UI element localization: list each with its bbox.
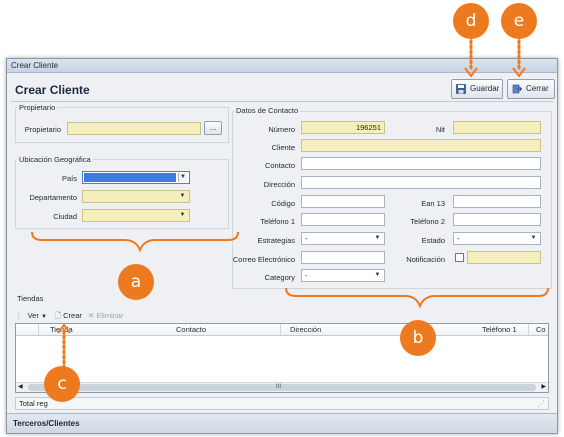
column-separator [38,324,39,336]
category-value: - [305,271,308,280]
chevron-down-icon: ▼ [178,173,187,182]
estado-dropdown[interactable]: - ▼ [453,232,541,245]
cliente-label: Cliente [271,143,295,152]
propietario-label: Propietario [24,125,61,134]
chevron-down-icon: ▼ [374,235,381,241]
codigo-label: Código [271,199,295,208]
departamento-label: Departamento [29,193,77,202]
callout-b: b [400,320,436,356]
toolbar-grip: ⋮ [15,311,23,320]
tiendas-status-bar: Total reg ⋰ [15,397,549,410]
notificacion-label: Notificación [406,255,445,264]
new-document-icon: 🗋 [55,311,62,320]
correo-label: Correo Electrónico [232,255,295,264]
codigo-field[interactable] [301,195,385,208]
callout-e: e [501,3,537,39]
column-header-tienda[interactable]: Tienda [50,324,73,336]
direccion-field[interactable] [301,176,541,189]
cliente-field[interactable] [301,139,541,152]
grid-horizontal-scrollbar[interactable]: ◀ III ▶ [16,382,548,392]
ver-label: Ver [27,311,39,320]
nit-field[interactable] [453,121,541,134]
scroll-left-icon[interactable]: ◀ [18,383,23,392]
tiendas-toolbar: ⋮ Ver ▼ 🗋 Crear ✕ Eliminar [15,309,123,323]
resize-grip-icon: ⋰ [537,399,546,408]
column-separator [528,324,529,336]
chevron-down-icon: ▼ [374,272,381,278]
crear-button[interactable]: 🗋 Crear [55,311,82,320]
departamento-dropdown[interactable]: ▼ [82,190,190,203]
category-label: Category [264,273,295,282]
close-button[interactable]: Cerrar [507,79,555,99]
telefono1-field[interactable] [301,213,385,226]
notificacion-checkbox[interactable] [455,253,464,262]
nit-label: Nit [435,125,445,134]
contacto-label: Contacto [264,161,295,170]
save-button-label: Guardar [470,84,500,93]
tiendas-grid[interactable]: Tienda Contacto Dirección Teléfono 1 Co … [15,323,549,393]
terceros-clientes-tab[interactable]: Terceros/Clientes [7,413,557,433]
estrategias-value: - [305,234,308,243]
close-door-icon [512,84,522,94]
telefono1-label: Teléfono 1 [260,217,295,226]
column-header-direccion[interactable]: Dirección [290,324,321,336]
chevron-down-icon: ▼ [179,212,186,218]
eliminar-button[interactable]: ✕ Eliminar [88,311,123,320]
chevron-down-icon: ▼ [40,314,47,320]
scroll-right-icon[interactable]: ▶ [541,383,546,392]
column-separator [280,324,281,336]
window-titlebar: Crear Cliente [7,59,557,73]
numero-label: Número [268,125,295,134]
delete-x-icon: ✕ [87,311,95,320]
ciudad-label: Ciudad [53,212,77,221]
form-title: Crear Cliente [15,83,90,97]
notificacion-field[interactable] [467,251,541,264]
estrategias-label: Estrategias [257,236,295,245]
callout-d: d [453,3,489,39]
direccion-label: Dirección [263,180,295,189]
tiendas-group-title: Tiendas [15,294,46,303]
tiendas-grid-header: Tienda Contacto Dirección Teléfono 1 Co [16,324,548,336]
ean-field[interactable] [453,195,541,208]
contacto-group-title: Datos de Contacto [234,106,301,115]
ean-label: Ean 13 [421,199,445,208]
ubicacion-group-title: Ubicación Geográfica [17,155,93,164]
column-header-co[interactable]: Co [536,324,546,336]
propietario-browse-button[interactable]: ... [204,121,222,135]
telefono2-label: Teléfono 2 [410,217,445,226]
chevron-down-icon: ▼ [179,193,186,199]
floppy-disk-icon [456,84,466,94]
crear-label: Crear [63,311,82,320]
crear-cliente-window: Crear Cliente Crear Cliente Guardar Cerr… [6,58,558,434]
column-header-telefono1[interactable]: Teléfono 1 [482,324,517,336]
ciudad-dropdown[interactable]: ▼ [82,209,190,222]
category-dropdown[interactable]: - ▼ [301,269,385,282]
estrategias-dropdown[interactable]: - ▼ [301,232,385,245]
telefono2-field[interactable] [453,213,541,226]
pais-selection [84,173,176,182]
callout-c: c [44,366,80,402]
estado-label: Estado [421,236,445,245]
save-button[interactable]: Guardar [451,79,503,99]
total-registros-label: Total reg [19,399,48,408]
eliminar-label: Eliminar [96,311,124,320]
ver-button[interactable]: Ver ▼ [28,311,47,320]
chevron-down-icon: ▼ [530,235,537,241]
correo-field[interactable] [301,251,385,264]
pais-dropdown[interactable]: ▼ [82,171,190,184]
column-header-contacto[interactable]: Contacto [176,324,206,336]
numero-field[interactable]: 196251 [301,121,385,134]
contacto-field[interactable] [301,157,541,170]
close-button-label: Cerrar [526,84,549,93]
propietario-field[interactable] [67,122,201,135]
scrollbar-grip: III [276,384,282,390]
header-divider [11,101,553,102]
pais-label: País [61,174,77,183]
propietario-group-title: Propietario [17,103,58,112]
scrollbar-thumb[interactable] [28,384,536,391]
callout-a: a [118,264,154,300]
estado-value: - [457,234,460,243]
